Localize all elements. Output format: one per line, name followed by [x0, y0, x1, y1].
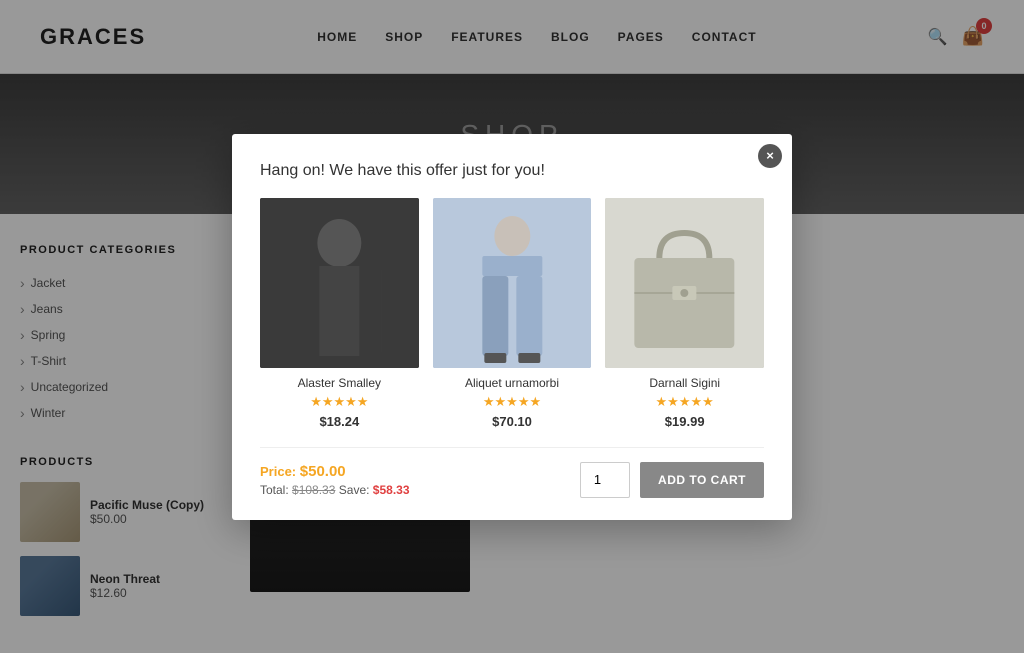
modal-product-price-2: $70.10: [433, 414, 592, 429]
add-to-cart-button[interactable]: Add to cart: [640, 462, 764, 498]
total-label: Total:: [260, 483, 289, 497]
modal-product-stars-2: ★★★★★: [433, 394, 592, 410]
modal-footer: Price: $50.00 Total: $108.33 Save: $58.3…: [260, 447, 764, 498]
modal-product-stars-1: ★★★★★: [260, 394, 419, 410]
modal-cart-section: Add to cart: [580, 462, 764, 498]
save-value: $58.33: [373, 483, 410, 497]
modal-product-img-3: [605, 198, 764, 368]
price-line: Price: $50.00: [260, 463, 410, 480]
modal-title: Hang on! We have this offer just for you…: [260, 162, 764, 180]
modal-product-3: Darnall Sigini ★★★★★ $19.99: [605, 198, 764, 429]
modal-product-stars-3: ★★★★★: [605, 394, 764, 410]
quantity-input[interactable]: [580, 462, 630, 498]
modal-product-price-1: $18.24: [260, 414, 419, 429]
modal-products: Alaster Smalley ★★★★★ $18.24 A: [260, 198, 764, 429]
save-label: Save:: [339, 483, 370, 497]
modal: × Hang on! We have this offer just for y…: [232, 134, 792, 520]
total-line: Total: $108.33 Save: $58.33: [260, 483, 410, 497]
modal-product-name-2: Aliquet urnamorbi: [433, 376, 592, 390]
modal-product-img-1: [260, 198, 419, 368]
modal-close-button[interactable]: ×: [758, 144, 782, 168]
modal-product-name-3: Darnall Sigini: [605, 376, 764, 390]
modal-product-price-3: $19.99: [605, 414, 764, 429]
price-label: Price:: [260, 464, 296, 479]
modal-product-2: Aliquet urnamorbi ★★★★★ $70.10: [433, 198, 592, 429]
modal-price-info: Price: $50.00 Total: $108.33 Save: $58.3…: [260, 463, 410, 497]
modal-overlay[interactable]: × Hang on! We have this offer just for y…: [0, 0, 1024, 653]
modal-product-img-2: [433, 198, 592, 368]
modal-product-name-1: Alaster Smalley: [260, 376, 419, 390]
modal-product-1: Alaster Smalley ★★★★★ $18.24: [260, 198, 419, 429]
total-original: $108.33: [292, 483, 335, 497]
price-value: $50.00: [300, 463, 346, 480]
